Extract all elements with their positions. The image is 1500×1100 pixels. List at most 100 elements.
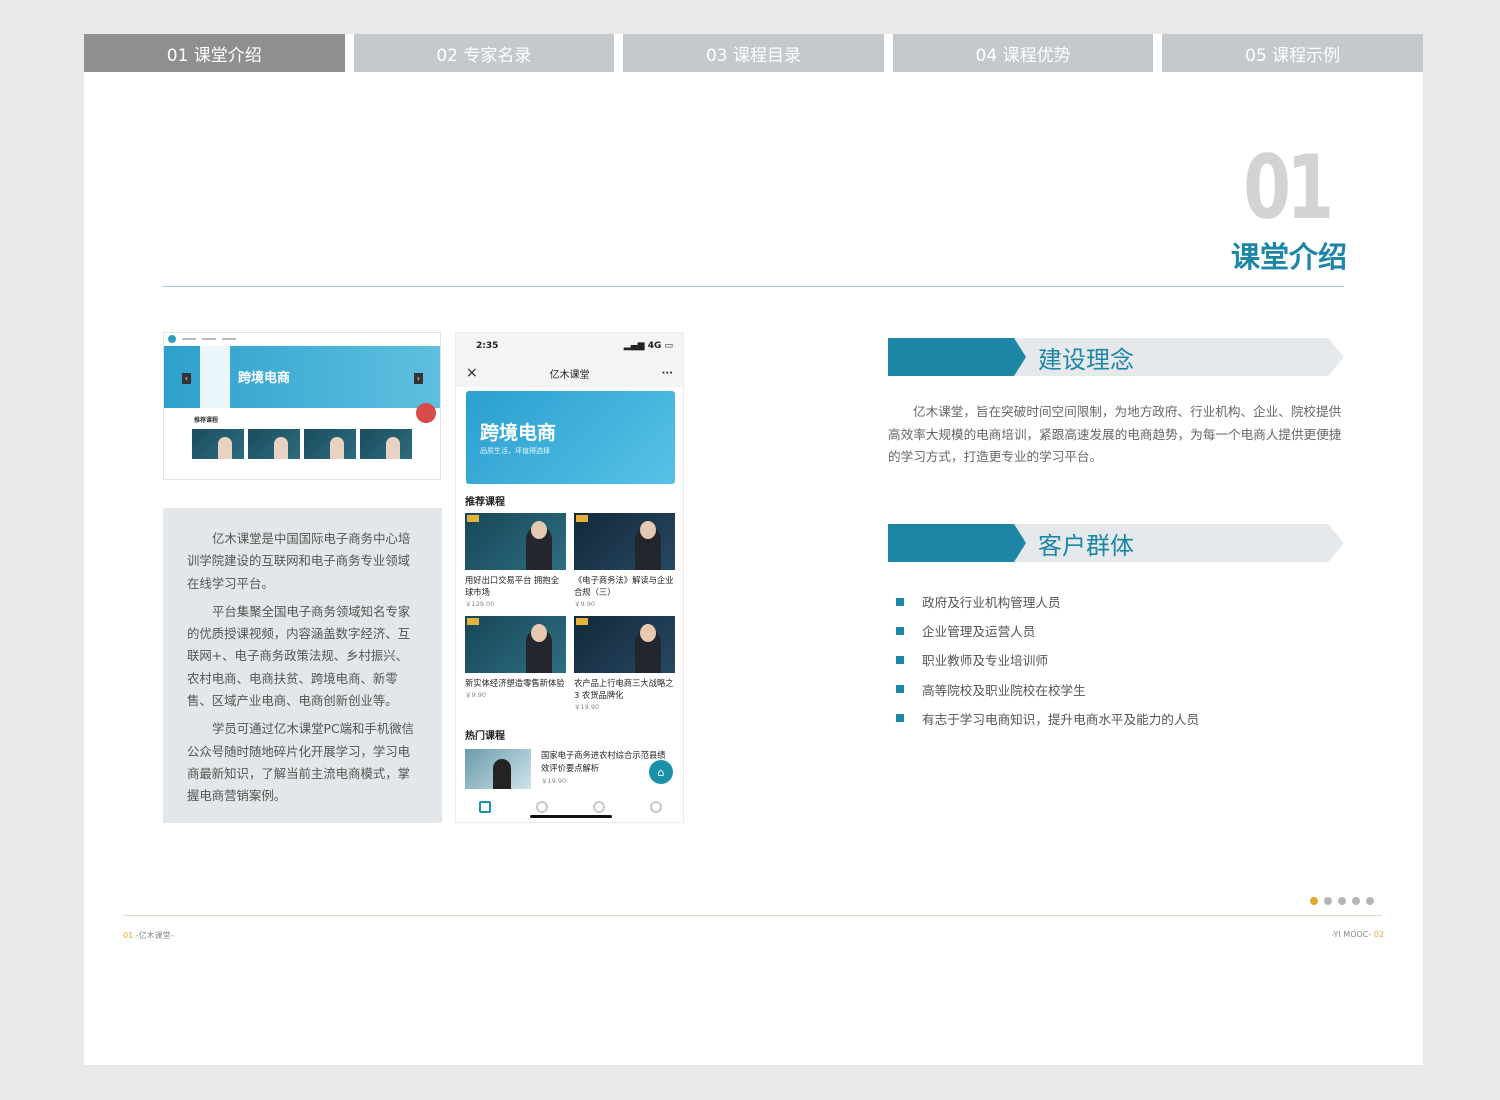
page-dot-1[interactable] [1310,897,1318,905]
pc-nav-item [182,338,196,340]
course-title: 农产品上行电商三大战略之3 农货品牌化 [574,678,674,700]
footer-page-num: 01 [123,931,134,940]
phone-hot-label: 热门课程 [465,731,505,742]
more-icon: ··· [661,367,673,379]
page-dots [1310,897,1374,905]
vip-badge-icon [576,515,588,522]
hot-course-title: 国家电子商务进农村综合示范县绩效评价要点解析 [541,750,666,773]
phone-header: × 亿木课堂 ··· [456,359,683,387]
intro-paragraph: 学员可通过亿木课堂PC端和手机微信公众号随时随地碎片化开展学习，学习电商最新知识… [187,721,414,804]
footer-left: 01 -亿木课堂- [123,930,174,941]
course-thumb [465,513,566,570]
list-item: 有志于学习电商知识，提升电商水平及能力的人员 [896,704,1199,733]
tab-course-examples[interactable]: 05 课程示例 [1162,34,1423,72]
concept-text: 亿木课堂，旨在突破时间空间限制，为地方政府、行业机构、企业、院校提供高效率大规模… [888,404,1342,464]
close-icon: × [466,365,478,381]
square-bullet-icon [896,597,904,606]
footer-page-num: 02 [1373,930,1384,939]
pc-banner-title: 跨境电商 [238,371,291,386]
pc-top-bar [164,333,440,345]
page-dot-3[interactable] [1338,897,1346,905]
course-card: 《电子商务法》解读与企业合规（三） ￥9.90 [574,513,675,608]
pc-nav-item [222,338,236,340]
phone-title: 亿木课堂 [549,369,590,381]
list-item-label: 职业教师及专业培训师 [922,653,1048,669]
phone-status-bar: 2:35 ▂▄▆ 4G ▭ [456,333,683,359]
course-price: ￥9.90 [574,600,595,608]
footer-divider [123,915,1382,916]
intro-paragraph: 亿木课堂是中国国际电子商务中心培训学院建设的互联网和电子商务专业领域在线学习平台… [187,531,411,591]
hot-course-price: ￥19.90 [541,777,567,785]
clients-heading: 客户群体 [888,524,1344,562]
pc-logo-icon [168,335,176,343]
section-number: 01 [1242,136,1334,239]
hot-course-thumb [465,749,531,789]
list-item-label: 政府及行业机构管理人员 [922,595,1061,611]
page-dot-4[interactable] [1352,897,1360,905]
user-tab-icon [593,801,606,813]
tab-expert-list[interactable]: 02 专家名录 [353,34,615,72]
intro-paragraph: 平台集聚全国电子商务领域知名专家的优质授课视频，内容涵盖数字经济、互联网+、电子… [187,603,411,709]
pc-course-thumb [192,429,244,459]
section-tabs: 01 课堂介绍 02 专家名录 03 课程目录 04 课程优势 05 课程示例 [84,34,1423,72]
footer-right: -YI MOOC- 02 [1332,930,1384,939]
tab-course-catalog[interactable]: 03 课程目录 [623,34,884,72]
footer-brand-cn: -亿木课堂- [135,931,174,940]
footer-brand-en: -YI MOOC- [1331,930,1372,939]
pc-course-cards [192,429,412,459]
pc-badge-icon [416,403,436,423]
title-divider [163,286,1344,287]
list-item: 企业管理及运营人员 [896,616,1199,645]
square-bullet-icon [896,655,904,664]
list-item: 高等院校及职业院校在校学生 [896,675,1199,704]
profile-tab-icon [650,801,663,813]
pc-nav-item [202,338,216,340]
course-title: 新实体经济塑造零售新体验 [465,678,565,688]
page: 01 课堂介绍 02 专家名录 03 课程目录 04 课程优势 05 课程示例 … [84,34,1423,1065]
page-dot-2[interactable] [1324,897,1332,905]
square-bullet-icon [896,685,904,694]
phone-screenshot: 2:35 ▂▄▆ 4G ▭ × 亿木课堂 ··· 跨境电商 品质生活，坪值得选择… [455,332,684,823]
tab-course-advantages[interactable]: 04 课程优势 [892,34,1154,72]
course-thumb [574,513,675,570]
phone-banner-subtitle: 品质生活，坪值得选择 [480,447,550,455]
phone-time: 2:35 [476,341,499,351]
pc-course-thumb [248,429,300,459]
concept-heading: 建设理念 [888,338,1344,376]
phone-recommended-label: 推荐课程 [465,497,505,508]
vip-badge-icon [467,515,479,522]
pc-section-label: 推荐课程 [194,417,219,424]
square-bullet-icon [896,626,904,635]
home-icon: ⌂ [649,760,673,784]
hot-course-item: 国家电子商务进农村综合示范县绩效评价要点解析 ￥19.90 [465,749,675,789]
list-item: 职业教师及专业培训师 [896,645,1199,674]
course-thumb [574,616,675,673]
list-item-label: 高等院校及职业院校在校学生 [922,682,1086,698]
pc-course-thumb [304,429,356,459]
page-title: 课堂介绍 [1230,240,1347,274]
chevron-right-icon: › [414,373,423,384]
course-price: ￥9.90 [465,691,486,699]
list-item-label: 企业管理及运营人员 [922,624,1036,640]
chevron-left-icon: ‹ [182,373,191,384]
pc-screenshot: 跨境电商 ‹ › 推荐课程 [163,332,441,480]
pc-side-menu [200,346,230,408]
course-title: 《电子商务法》解读与企业合规（三） [574,575,674,597]
pc-course-thumb [360,429,412,459]
clients-title: 客户群体 [1038,531,1134,560]
vip-badge-icon [467,618,479,625]
intro-text-box: 亿木课堂是中国国际电子商务中心培训学院建设的互联网和电子商务专业领域在线学习平台… [163,508,442,823]
course-card: 新实体经济塑造零售新体验 ￥9.90 [465,616,566,699]
page-dot-5[interactable] [1366,897,1374,905]
concept-title: 建设理念 [1038,345,1134,374]
tab-course-intro[interactable]: 01 课堂介绍 [84,34,345,72]
course-price: ￥19.90 [574,703,600,711]
course-price: ￥129.00 [465,600,495,608]
course-card: 农产品上行电商三大战略之3 农货品牌化 ￥19.90 [574,616,675,711]
phone-home-indicator [530,815,612,818]
discover-tab-icon [535,801,548,813]
phone-banner-title: 跨境电商 [480,422,557,444]
list-item: 政府及行业机构管理人员 [896,587,1199,616]
clients-list: 政府及行业机构管理人员 企业管理及运营人员 职业教师及专业培训师 高等院校及职业… [896,587,1199,733]
list-item-label: 有志于学习电商知识，提升电商水平及能力的人员 [922,711,1200,727]
